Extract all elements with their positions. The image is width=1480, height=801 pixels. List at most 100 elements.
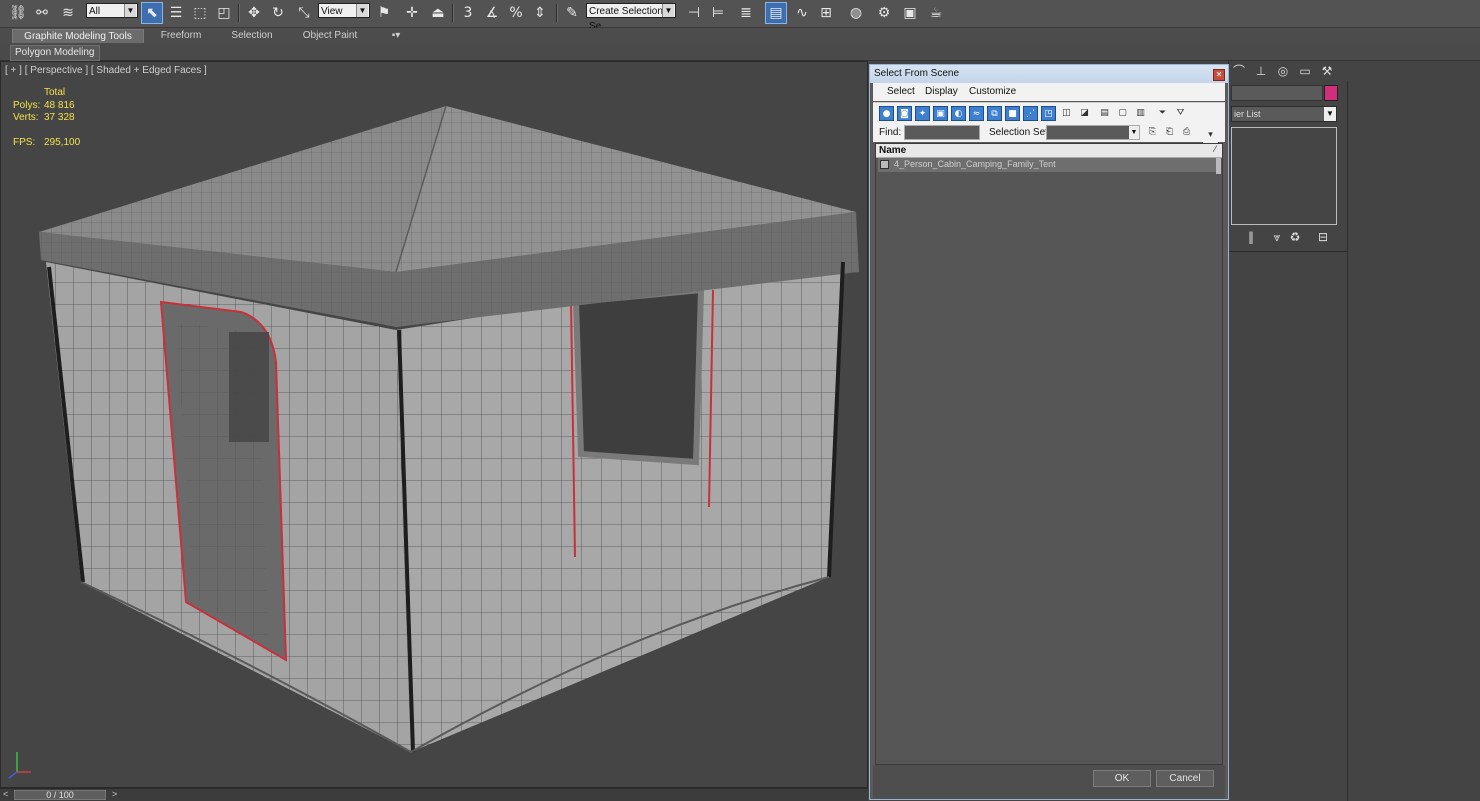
ribbon-options-icon[interactable]: ▪▾ <box>386 29 406 43</box>
snaps-icon[interactable]: 3 <box>458 3 478 23</box>
modify-tab-icon[interactable]: ⌒ <box>1231 63 1247 79</box>
ribbon-tabs: Graphite Modeling Tools Freeform Selecti… <box>0 28 1480 44</box>
select-by-name-icon[interactable]: ☰ <box>166 3 186 23</box>
rect-select-icon[interactable]: ⬚ <box>190 3 210 23</box>
motion-tab-icon[interactable]: ◎ <box>1275 63 1291 79</box>
keyboard-shortcut-icon[interactable]: ⏏ <box>428 3 448 23</box>
dialog-titlebar[interactable]: Select From Scene ✕ <box>870 65 1228 83</box>
tab-freeform[interactable]: Freeform <box>150 29 212 43</box>
timeline-prev-icon[interactable]: < <box>3 789 8 799</box>
close-icon[interactable]: ✕ <box>1213 69 1225 81</box>
modifier-list-dropdown[interactable]: ier List ▼ <box>1231 106 1337 122</box>
menu-display[interactable]: Display <box>925 86 958 97</box>
select-all-icon[interactable]: ▤ <box>1097 106 1112 121</box>
polygon-modeling-button[interactable]: Polygon Modeling <box>10 45 100 61</box>
menu-select[interactable]: Select <box>887 86 915 97</box>
edit-named-sets-icon[interactable]: ✎ <box>562 3 582 23</box>
toolbar-divider <box>238 4 240 22</box>
display-shapes-icon[interactable]: ◙ <box>897 106 912 121</box>
display-containers-icon[interactable]: ◳ <box>1041 106 1056 121</box>
object-name-field[interactable] <box>1231 85 1323 101</box>
main-toolbar: ⛓ ⚯ ≋ All ▼ ⬉ ☰ ⬚ ◰ ✥ ↻ ⤡ View ▼ ⚑ ✛ ⏏ 3… <box>0 0 1480 32</box>
find-input[interactable] <box>904 125 980 140</box>
object-name: 4_Person_Cabin_Camping_Family_Tent <box>894 159 1056 169</box>
filter-icon[interactable]: ⏷ <box>1155 106 1170 121</box>
material-editor-icon[interactable]: ◍ <box>846 3 866 23</box>
list-item[interactable]: 4_Person_Cabin_Camping_Family_Tent <box>878 158 1216 172</box>
object-list[interactable]: Name ⁄ 4_Person_Cabin_Camping_Family_Ten… <box>875 143 1223 765</box>
display-helpers-icon[interactable]: ◐ <box>951 106 966 121</box>
show-end-result-icon[interactable]: ⩔ <box>1269 229 1285 245</box>
select-object-icon[interactable]: ⬉ <box>141 2 163 24</box>
bind-spacewarp-icon[interactable]: ≋ <box>58 3 78 23</box>
rotate-icon[interactable]: ↻ <box>268 3 288 23</box>
dialog-filter-toolbar: ● ◙ ✦ ▣ ◐ ≈ ⧉ ■ ⋰ ◳ ◫ ◪ ▤ ▢ ▥ ⏷ ⛛ <box>873 102 1225 125</box>
move-icon[interactable]: ✥ <box>244 3 264 23</box>
display-lights-icon[interactable]: ✦ <box>915 106 930 121</box>
percent-snap-icon[interactable]: % <box>506 3 526 23</box>
object-color-swatch[interactable] <box>1324 85 1338 101</box>
unlink-icon[interactable]: ⚯ <box>32 3 52 23</box>
list-scrollbar[interactable] <box>1216 158 1221 174</box>
tab-selection[interactable]: Selection <box>222 29 282 43</box>
render-setup-icon[interactable]: ⚙ <box>874 3 894 23</box>
display-tab-icon[interactable]: ▭ <box>1297 63 1313 79</box>
reference-coord-dropdown[interactable]: View ▼ <box>318 3 370 18</box>
display-xrefs-icon[interactable]: ■ <box>1005 106 1020 121</box>
tab-object-paint[interactable]: Object Paint <box>296 29 364 43</box>
stats-fps-value: 295,100 <box>44 137 81 148</box>
cancel-button[interactable]: Cancel <box>1156 770 1214 787</box>
graphite-toggle-icon[interactable]: ▤ <box>765 2 787 24</box>
utilities-tab-icon[interactable]: ⚒ <box>1319 63 1335 79</box>
display-geometry-icon[interactable]: ● <box>879 106 894 121</box>
viewport-label[interactable]: [ + ] [ Perspective ] [ Shaded + Edged F… <box>5 65 207 76</box>
select-invert-icon[interactable]: ▥ <box>1133 106 1148 121</box>
rendered-frame-icon[interactable]: ▣ <box>900 3 920 23</box>
display-cameras-icon[interactable]: ▣ <box>933 106 948 121</box>
remove-from-set-icon[interactable]: ⎙ <box>1179 125 1194 140</box>
angle-snap-icon[interactable]: ∡ <box>482 3 502 23</box>
add-to-set-icon[interactable]: ⎗ <box>1162 125 1177 140</box>
pin-stack-icon[interactable]: ‖ <box>1243 229 1259 245</box>
ok-button[interactable]: OK <box>1093 770 1151 787</box>
schematic-icon[interactable]: ⊞ <box>816 3 836 23</box>
selection-set-dropdown[interactable]: ▼ <box>1046 125 1140 140</box>
list-header[interactable]: Name ⁄ <box>876 144 1222 158</box>
display-spacewarps-icon[interactable]: ≈ <box>969 106 984 121</box>
dialog-title: Select From Scene <box>874 68 960 79</box>
timeline-next-icon[interactable]: > <box>112 789 117 799</box>
link-icon[interactable]: ⛓ <box>8 3 28 23</box>
align-icon[interactable]: ⊨ <box>708 3 728 23</box>
named-selection-set-dropdown[interactable]: Create Selection Se ▼ <box>586 3 676 32</box>
advanced-filter-icon[interactable]: ⛛ <box>1173 106 1188 121</box>
time-slider[interactable]: 0 / 100 <box>14 790 106 800</box>
scale-icon[interactable]: ⤡ <box>294 3 314 23</box>
selection-filter-dropdown[interactable]: All ▼ <box>86 3 138 18</box>
display-hidden-icon[interactable]: ◪ <box>1077 106 1092 121</box>
configure-modifier-sets-icon[interactable]: ⊟ <box>1315 229 1331 245</box>
toolbar-divider <box>556 4 558 22</box>
column-header-name[interactable]: Name <box>879 145 906 156</box>
find-label: Find: <box>879 127 902 138</box>
sort-icon[interactable]: ⁄ <box>1214 144 1216 154</box>
pivot-icon[interactable]: ⚑ <box>374 3 394 23</box>
display-groups-icon[interactable]: ⧉ <box>987 106 1002 121</box>
make-unique-icon[interactable]: ♻ <box>1287 229 1303 245</box>
render-icon[interactable]: ☕ <box>926 3 946 23</box>
display-frozen-icon[interactable]: ◫ <box>1059 106 1074 121</box>
tab-graphite-modeling-tools[interactable]: Graphite Modeling Tools <box>12 29 144 43</box>
perspective-viewport[interactable]: [ + ] [ Perspective ] [ Shaded + Edged F… <box>0 61 868 788</box>
manipulate-icon[interactable]: ✛ <box>402 3 422 23</box>
hierarchy-tab-icon[interactable]: ⊥ <box>1253 63 1269 79</box>
curve-editor-icon[interactable]: ∿ <box>792 3 812 23</box>
mirror-icon[interactable]: ⊣ <box>684 3 704 23</box>
window-crossing-icon[interactable]: ◰ <box>214 3 234 23</box>
create-set-icon[interactable]: ⎘ <box>1145 125 1160 140</box>
layer-manager-icon[interactable]: ≣ <box>736 3 756 23</box>
spinner-snap-icon[interactable]: ⇕ <box>530 3 550 23</box>
select-none-icon[interactable]: ▢ <box>1115 106 1130 121</box>
menu-customize[interactable]: Customize <box>969 86 1016 97</box>
display-bones-icon[interactable]: ⋰ <box>1023 106 1038 121</box>
modifier-stack[interactable] <box>1231 127 1337 225</box>
expand-options-icon[interactable]: ▾ <box>1203 128 1218 143</box>
